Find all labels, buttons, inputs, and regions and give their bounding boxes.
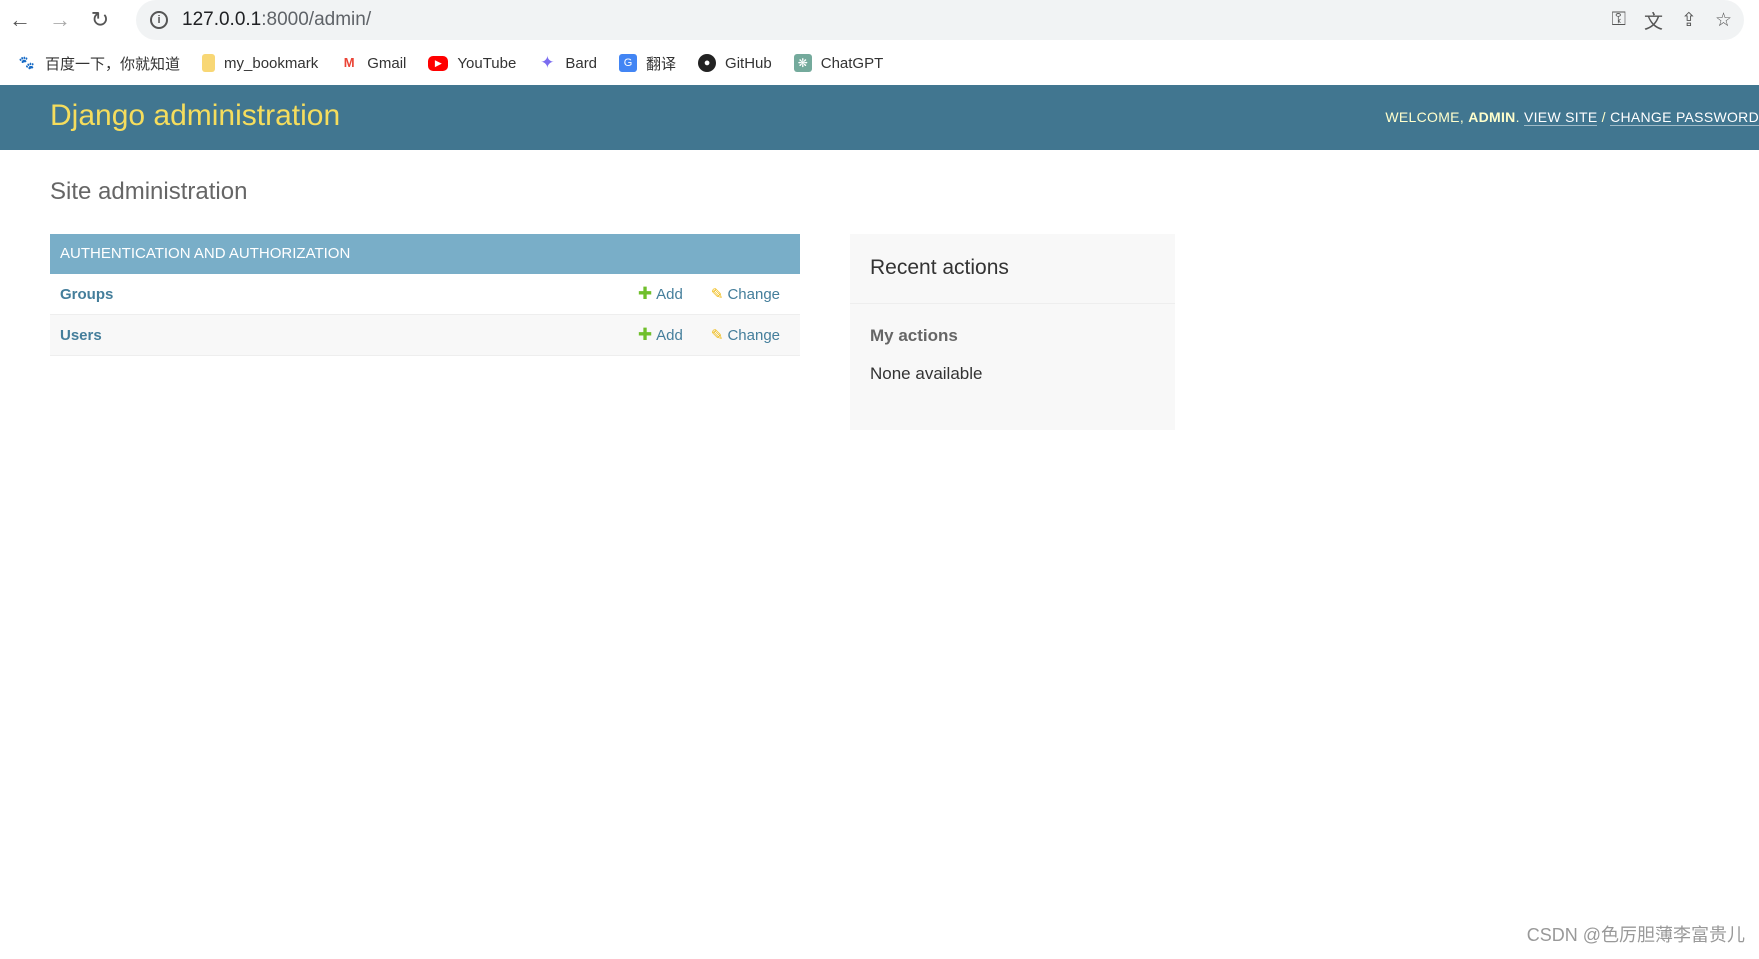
no-actions-text: None available: [870, 364, 983, 383]
url-text[interactable]: 127.0.0.1:8000/admin/: [182, 9, 371, 31]
app-module-auth: AUTHENTICATION AND AUTHORIZATION Groups …: [50, 234, 800, 356]
forward-button[interactable]: →: [40, 7, 80, 33]
user-tools: WELCOME, ADMIN. VIEW SITE / CHANGE PASSW…: [1385, 109, 1759, 126]
module-caption[interactable]: AUTHENTICATION AND AUTHORIZATION: [50, 234, 800, 274]
bookmark-youtube[interactable]: ▶ YouTube: [428, 55, 516, 72]
change-password-link[interactable]: CHANGE PASSWORD: [1610, 109, 1759, 126]
baidu-icon: 🐾: [18, 55, 36, 70]
admin-header: Django administration WELCOME, ADMIN. VI…: [0, 85, 1759, 150]
view-site-link[interactable]: VIEW SITE: [1523, 109, 1598, 126]
bookmarks-bar: 🐾 百度一下，你就知道 my_bookmark M Gmail ▶ YouTube ✦…: [0, 45, 883, 81]
plus-icon: ✚: [637, 325, 653, 344]
share-icon[interactable]: ⇪: [1681, 9, 1697, 32]
model-link-groups[interactable]: Groups: [60, 286, 638, 303]
model-row-groups: Groups ✚ Add ✎ Change: [50, 274, 800, 315]
translate-page-icon[interactable]: 文: [1644, 7, 1663, 34]
key-icon[interactable]: ⚿: [1612, 9, 1626, 31]
back-button[interactable]: ←: [0, 7, 40, 33]
folder-icon: [202, 54, 216, 72]
watermark: CSDN @色厉胆薄李富贵儿: [1526, 925, 1745, 945]
add-users-button[interactable]: ✚ Add: [638, 325, 683, 345]
bard-icon: ✦: [540, 53, 555, 72]
username: ADMIN: [1468, 109, 1516, 125]
model-link-users[interactable]: Users: [60, 327, 638, 344]
gmail-icon: M: [343, 55, 355, 70]
pencil-icon: ✎: [710, 327, 724, 344]
translate-icon: G: [619, 54, 638, 72]
chatgpt-icon: ❋: [793, 54, 812, 72]
youtube-icon: ▶: [428, 55, 449, 71]
bookmark-gmail[interactable]: M Gmail: [340, 54, 407, 72]
change-groups-button[interactable]: ✎ Change: [710, 285, 780, 304]
change-users-button[interactable]: ✎ Change: [710, 326, 780, 345]
github-icon: ●: [698, 54, 717, 72]
bookmark-chatgpt[interactable]: ❋ ChatGPT: [793, 54, 883, 72]
bookmark-baidu[interactable]: 🐾 百度一下，你就知道: [18, 53, 180, 74]
add-groups-button[interactable]: ✚ Add: [638, 284, 683, 304]
my-actions-heading: My actions: [870, 326, 958, 345]
plus-icon: ✚: [637, 284, 653, 303]
site-brand[interactable]: Django administration: [50, 99, 340, 133]
bookmark-translate[interactable]: G 翻译: [619, 53, 676, 74]
star-icon[interactable]: ☆: [1715, 9, 1732, 32]
browser-toolbar: ← → ↻ i 127.0.0.1:8000/admin/ ⚿ 文 ⇪ ☆: [0, 0, 1759, 40]
page-title: Site administration: [50, 178, 248, 205]
recent-actions-title: Recent actions: [850, 234, 1175, 304]
reload-button[interactable]: ↻: [80, 7, 120, 33]
recent-actions-panel: Recent actions My actions None available: [850, 234, 1175, 430]
bookmark-bard[interactable]: ✦ Bard: [538, 54, 597, 72]
address-bar[interactable]: i 127.0.0.1:8000/admin/ ⚿ 文 ⇪ ☆: [136, 0, 1744, 40]
bookmark-my-bookmark[interactable]: my_bookmark: [202, 54, 318, 72]
bookmark-github[interactable]: ● GitHub: [698, 54, 772, 72]
site-info-icon[interactable]: i: [150, 11, 168, 29]
pencil-icon: ✎: [710, 286, 724, 303]
model-row-users: Users ✚ Add ✎ Change: [50, 315, 800, 356]
